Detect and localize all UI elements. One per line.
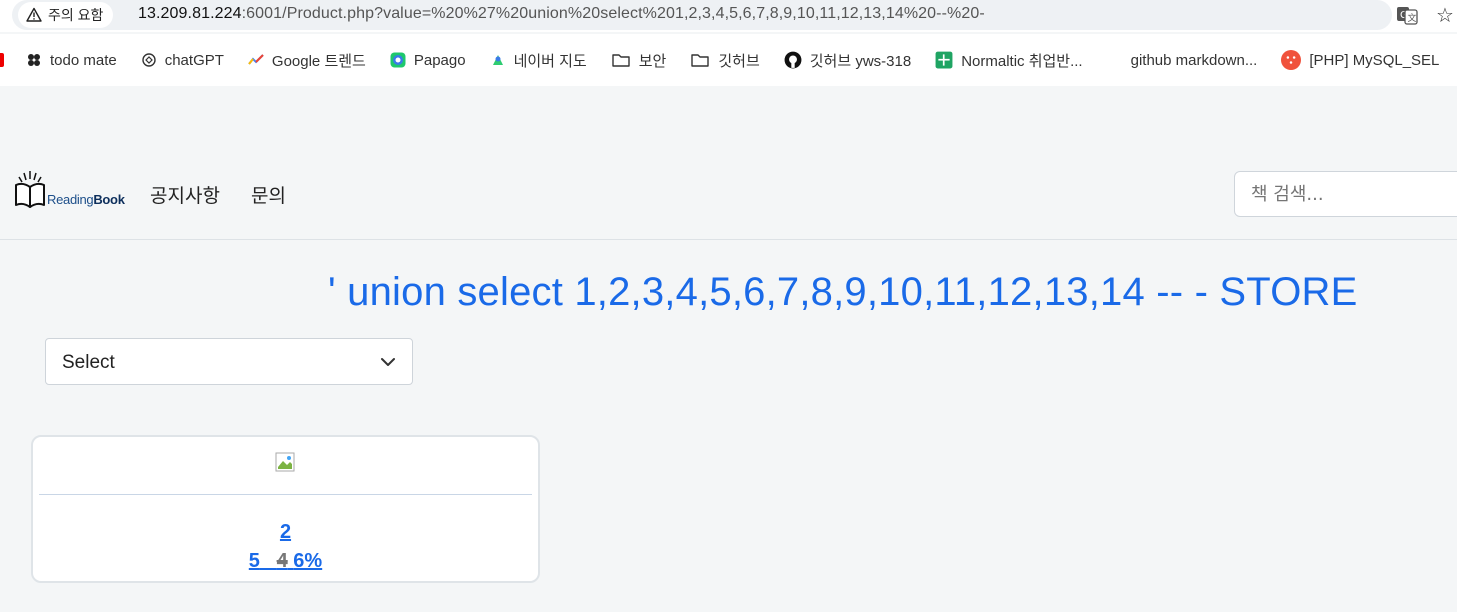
sort-select[interactable]: Select [45, 338, 413, 385]
github-icon [784, 51, 802, 69]
bookmark-label: 깃허브 yws-318 [809, 52, 912, 70]
card-divider [39, 494, 532, 495]
site-logo[interactable]: ReadingBook [15, 169, 125, 209]
todo-mate-icon [28, 54, 40, 66]
url-text[interactable]: 13.209.81.224:6001/Product.php?value=%20… [138, 5, 985, 23]
bookmark-label: Google 트렌드 [271, 52, 366, 70]
product-old-price: 4 [276, 550, 288, 572]
product-card[interactable]: 2 5 4 6% [31, 435, 540, 583]
youtube-icon[interactable] [0, 53, 4, 67]
url-host: 13.209.81.224 [138, 5, 242, 22]
warning-triangle-icon [26, 7, 42, 22]
bookmark-folder-github[interactable]: 깃허브 [678, 45, 771, 75]
bookmark-todo-mate[interactable]: todo mate [14, 45, 129, 75]
bookmark-normaltic[interactable]: Normaltic 취업반... [923, 45, 1094, 75]
logo-text-reading: Reading [47, 192, 94, 207]
security-warning-label: 주의 요함 [48, 7, 104, 23]
bookmark-label: Papago [413, 51, 466, 69]
url-path: :6001/Product.php?value=%20%27%20union%2… [241, 5, 985, 22]
nav-link-notices[interactable]: 공지사항 [150, 181, 220, 208]
bookmark-label: chatGPT [164, 51, 224, 69]
folder-icon [691, 54, 710, 67]
product-discount: 6% [293, 550, 323, 572]
bookmark-label: Normaltic 취업반... [961, 52, 1083, 70]
bookmark-star-icon[interactable]: ☆ [1436, 3, 1454, 28]
page-title: ' union select 1,2,3,4,5,6,7,8,9,10,11,1… [328, 270, 1358, 314]
bookmark-label: 보안 [638, 52, 667, 70]
product-price-link[interactable]: 5 4 6% [33, 550, 538, 573]
chatgpt-icon [142, 53, 156, 67]
folder-icon [612, 54, 630, 67]
browser-address-bar: 주의 요함 13.209.81.224:6001/Product.php?val… [0, 0, 1457, 32]
bookmark-papago[interactable]: Papago [378, 45, 478, 75]
svg-text:文: 文 [1408, 12, 1417, 24]
bookmark-label: 깃허브 [718, 52, 760, 70]
nav-link-inquiry[interactable]: 문의 [251, 181, 286, 208]
site-navbar: ReadingBook 공지사항 문의 [0, 155, 1457, 240]
papago-icon [390, 52, 406, 68]
php-icon [1281, 50, 1302, 70]
google-trends-icon [248, 54, 264, 65]
book-search-input[interactable] [1234, 171, 1457, 217]
product-name-link[interactable]: 2 [33, 521, 538, 544]
bookmark-github-markdown[interactable]: github markdown... [1095, 45, 1270, 75]
translate-icon[interactable]: G 文 [1396, 4, 1418, 26]
select-value: Select [62, 352, 115, 373]
bookmark-naver-map[interactable]: 네이버 지도 [478, 45, 599, 75]
logo-text: ReadingBook [47, 192, 125, 207]
naver-map-icon [492, 55, 503, 65]
bookmark-folder-security[interactable]: 보안 [599, 45, 679, 75]
sheets-icon [935, 51, 953, 69]
bookmark-php-mysql[interactable]: [PHP] MySQL_SEL [1269, 45, 1451, 75]
bookmark-label: todo mate [50, 51, 117, 69]
broken-image-icon [275, 452, 295, 472]
bookmark-github-yws[interactable]: 깃허브 yws-318 [772, 45, 923, 75]
security-warning-chip[interactable]: 주의 요함 [18, 2, 114, 28]
bookmark-label: [PHP] MySQL_SEL [1309, 51, 1440, 69]
bookmarks-bar: todo mate chatGPT Google 트렌드 Papago 네이버 … [0, 34, 1457, 86]
bookmark-label: github markdown... [1130, 51, 1258, 69]
logo-text-book: Book [93, 192, 125, 207]
product-price: 5 [248, 550, 260, 572]
open-book-icon [15, 171, 45, 208]
bookmark-google-trends[interactable]: Google 트렌드 [236, 45, 378, 75]
bookmark-chatgpt[interactable]: chatGPT [129, 45, 236, 75]
bookmark-label: 네이버 지도 [513, 52, 587, 70]
chevron-down-icon [381, 358, 395, 366]
